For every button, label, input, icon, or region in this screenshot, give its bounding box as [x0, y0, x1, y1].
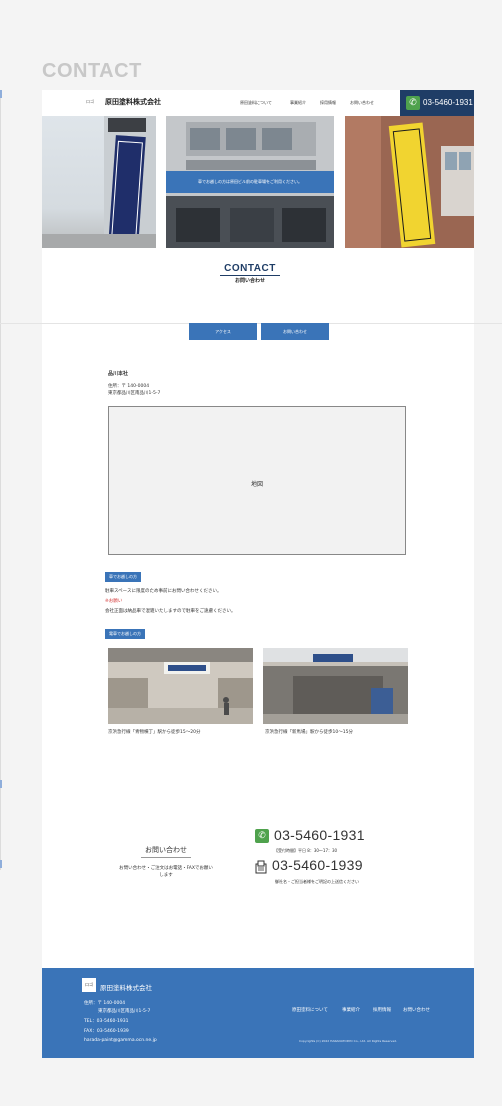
access-map[interactable]: 地図	[108, 406, 406, 555]
footer-nav-business[interactable]: 事業紹介	[342, 1007, 360, 1013]
phone-icon: ✆	[255, 829, 269, 843]
train-caption-aomono: 京浜急行線「青物横丁」駅から徒歩15〜20分	[108, 730, 201, 735]
nav-about[interactable]: 原田塗料について	[240, 100, 272, 106]
contact-card-title: お問い合わせ	[145, 846, 187, 854]
footer-brand[interactable]: 原田塗料株式会社	[100, 982, 152, 992]
car-access-text: 駐車スペースに限度のため事前にお問い合わせください。	[105, 589, 222, 594]
header-tel-button[interactable]: ✆ 03-5460-1931	[400, 90, 474, 116]
branch-zip: 住所：〒 140-0004	[108, 384, 150, 389]
footer-fax: FAX：03-5460-1939	[84, 1029, 129, 1034]
car-access-note: 会社正面は納品車で混雑いたしますので駐車をご遠慮ください。	[105, 609, 236, 614]
footer-zip: 住所：〒 140-0004	[84, 1001, 126, 1006]
header-tel-number: 03-5460-1931	[423, 98, 473, 107]
contact-phone-card: ✆ 03-5460-1931 【受付時間】平日 8：30〜17：30 03-54…	[231, 815, 403, 903]
contact-card-text: お問い合わせ・ご注文はお電話・FAXでお願いします	[119, 866, 213, 878]
page-label: CONTACT	[42, 60, 142, 82]
footer-nav-about[interactable]: 原田塗料について	[292, 1007, 328, 1013]
section-title-divider	[220, 275, 280, 276]
tab-access[interactable]: アクセス	[189, 323, 257, 340]
hero-photo-sign-image	[42, 116, 156, 248]
tab-contact[interactable]: お問い合わせ	[261, 323, 329, 340]
brand-name[interactable]: 原田塗料株式会社	[105, 97, 161, 107]
contact-fax-number[interactable]: 03-5460-1939	[272, 857, 363, 873]
contact-inquiry-card: お問い合わせ お問い合わせ・ご注文はお電話・FAXでお願いします	[107, 815, 225, 903]
section-title-en: CONTACT	[224, 263, 276, 274]
branch-address: 東京都品川区南品川1-5-7	[108, 391, 161, 396]
car-access-warning: ※お願い	[105, 599, 123, 604]
train-caption-shinbanba: 京浜急行線「新馬場」駅から徒歩10〜15分	[265, 730, 353, 735]
page-ruler	[0, 90, 2, 870]
footer-copyright: Copyrights (C) 2022 HARADATORYO Co., Ltd…	[299, 1039, 398, 1043]
hero-photo-sign	[42, 116, 156, 248]
contact-card-divider	[141, 857, 191, 858]
hero-notice: 車でお越しの方は原田ビル前の駐車場をご利用ください。	[166, 171, 334, 193]
site-footer: ロゴ 原田塗料株式会社 住所：〒 140-0004 東京都品川区南品川1-5-7…	[42, 968, 474, 1058]
branch-name: 品川本社	[108, 371, 129, 377]
nav-recruit[interactable]: 採用情報	[320, 100, 336, 106]
station-photo-aomono	[108, 648, 253, 724]
footer-nav-contact[interactable]: お問い合わせ	[403, 1007, 430, 1013]
car-access-label: 車でお越しの方	[105, 572, 141, 582]
fax-icon	[255, 859, 267, 874]
station-photo-shinbanba	[263, 648, 408, 724]
section-title: CONTACT お問い合わせ	[216, 263, 284, 284]
station-photo-aomono-image	[108, 648, 253, 724]
nav-business[interactable]: 事業紹介	[290, 100, 306, 106]
hero-photo-paint-sign-image	[345, 116, 474, 248]
footer-address: 東京都品川区南品川1-5-7	[98, 1009, 151, 1014]
nav-contact[interactable]: お問い合わせ	[350, 100, 374, 106]
section-title-jp: お問い合わせ	[234, 278, 265, 284]
station-photo-shinbanba-image	[263, 648, 408, 724]
footer-logo[interactable]: ロゴ	[82, 978, 96, 992]
footer-nav-recruit[interactable]: 採用情報	[373, 1007, 391, 1013]
footer-spacer	[42, 928, 474, 968]
phone-icon: ✆	[406, 96, 420, 110]
contact-fax-note: 御社名・ご担当者様をご明記の上送信ください	[275, 879, 359, 884]
footer-tel: TEL：03-5460-1931	[84, 1019, 129, 1024]
contact-hours: 【受付時間】平日 8：30〜17：30	[274, 848, 338, 853]
logo[interactable]: ロゴ	[86, 99, 94, 105]
train-access-label: 電車でお越しの方	[105, 629, 145, 639]
map-label: 地図	[250, 481, 263, 488]
contact-tel-number[interactable]: 03-5460-1931	[274, 827, 365, 843]
footer-email[interactable]: harada-paint@gamma.ocn.ne.jp	[84, 1038, 157, 1043]
hero-photo-paint-sign	[345, 116, 474, 248]
